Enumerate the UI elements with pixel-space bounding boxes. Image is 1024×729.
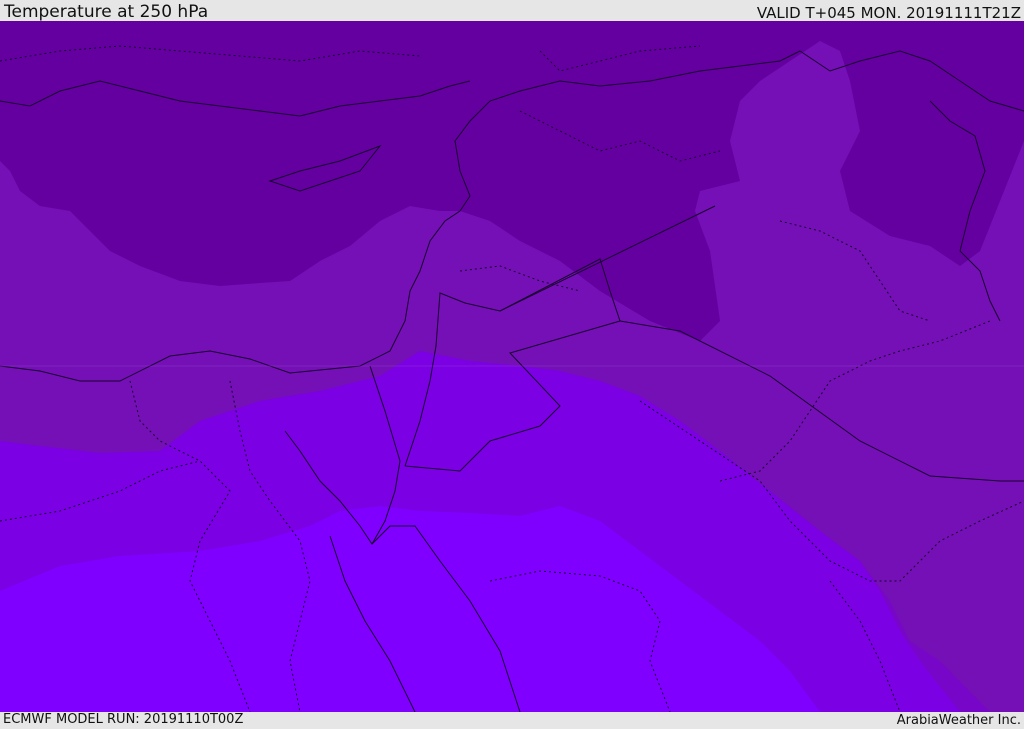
credit-label: ArabiaWeather Inc. <box>896 713 1021 728</box>
model-run: ECMWF MODEL RUN: 20191110T00Z <box>3 712 244 727</box>
map-title: Temperature at 250 hPa <box>4 2 209 22</box>
map-header: Temperature at 250 hPa VALID T+045 MON. … <box>0 0 1024 22</box>
map-footer: ECMWF MODEL RUN: 20191110T00Z ArabiaWeat… <box>0 712 1024 729</box>
valid-time: VALID T+045 MON. 20191111T21Z <box>756 4 1021 22</box>
map-canvas <box>0 21 1024 712</box>
temperature-map[interactable] <box>0 21 1024 712</box>
